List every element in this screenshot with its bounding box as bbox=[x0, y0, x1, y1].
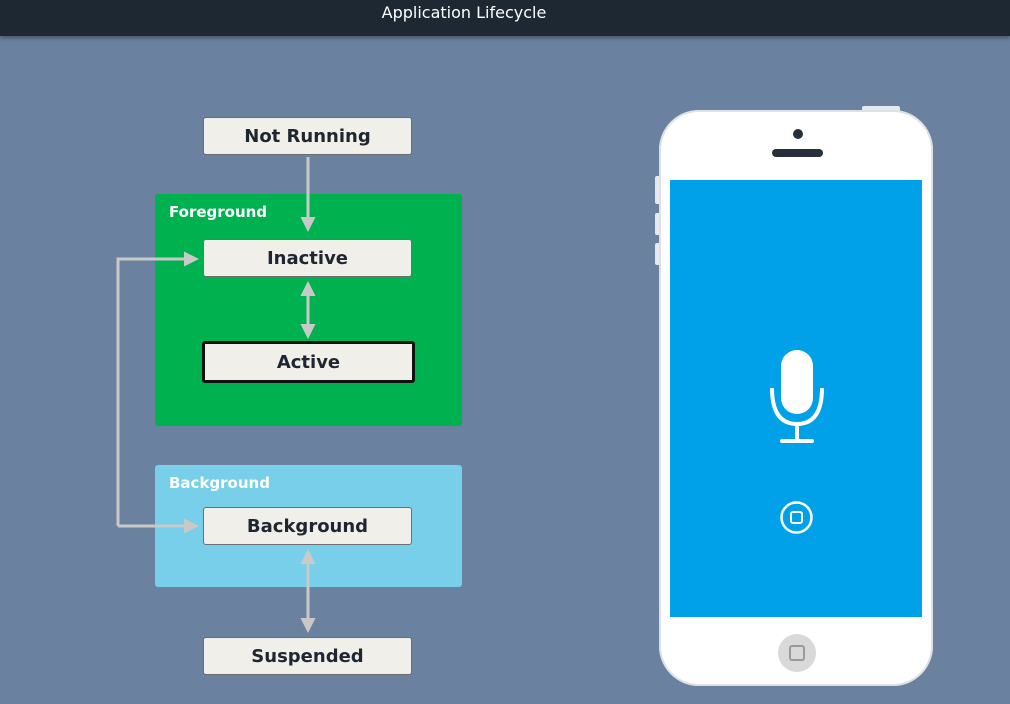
state-active: Active bbox=[202, 341, 415, 383]
state-background: Background bbox=[203, 507, 412, 545]
stop-button-icon[interactable] bbox=[779, 500, 814, 535]
home-button-icon[interactable] bbox=[778, 634, 816, 672]
state-inactive: Inactive bbox=[203, 239, 412, 277]
microphone-icon bbox=[770, 350, 824, 443]
phone-camera bbox=[793, 129, 803, 139]
phone-speaker bbox=[772, 149, 823, 157]
arrow-loop-background-inactive bbox=[116, 251, 199, 526]
state-suspended: Suspended bbox=[203, 637, 412, 675]
state-not-running: Not Running bbox=[203, 117, 412, 155]
home-button-square bbox=[789, 645, 805, 661]
